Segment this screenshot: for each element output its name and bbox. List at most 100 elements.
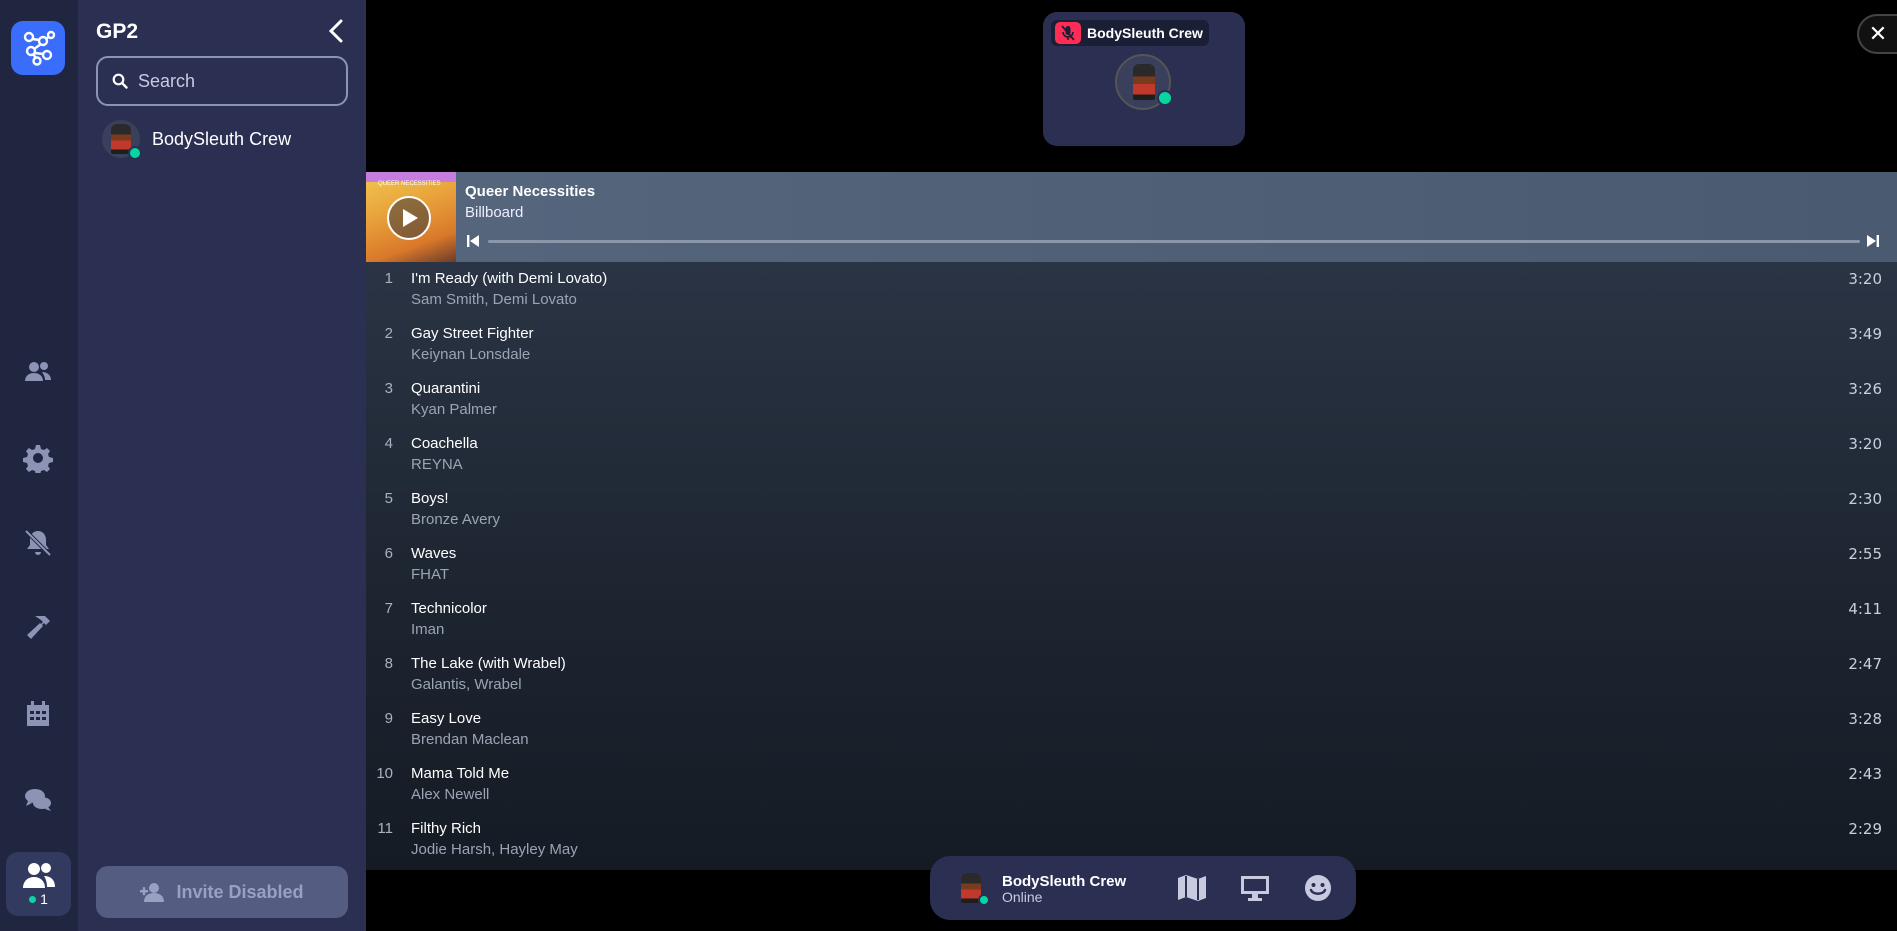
search-icon — [112, 73, 128, 89]
rail-members-button[interactable]: 1 — [6, 852, 71, 916]
track-duration: 2:55 — [1848, 545, 1882, 563]
track-duration: 3:26 — [1848, 380, 1882, 398]
track-number: 8 — [384, 655, 393, 672]
previous-track-icon[interactable] — [466, 234, 480, 248]
track-artists: Iman — [411, 621, 445, 638]
rail-chat-button[interactable] — [14, 776, 62, 824]
screen-share-button[interactable] — [1239, 872, 1271, 904]
track-duration: 2:43 — [1848, 765, 1882, 783]
collapse-sidebar-button[interactable] — [323, 18, 349, 44]
track-row[interactable]: 4 Coachella REYNA 3:20 — [366, 427, 1897, 482]
online-dot-icon — [29, 895, 37, 903]
mic-off-icon — [1055, 22, 1081, 44]
rail-calendar-button[interactable] — [14, 690, 62, 738]
self-status: Online — [1002, 889, 1043, 905]
bell-off-icon — [24, 529, 52, 557]
map-button[interactable] — [1176, 872, 1208, 904]
track-number: 5 — [384, 490, 393, 507]
track-artists: Bronze Avery — [411, 511, 500, 528]
track-number: 7 — [384, 600, 393, 617]
track-title: Gay Street Fighter — [411, 325, 534, 342]
track-row[interactable]: 2 Gay Street Fighter Keiynan Lonsdale 3:49 — [366, 317, 1897, 372]
play-button[interactable] — [387, 196, 431, 240]
track-duration: 2:47 — [1848, 655, 1882, 673]
participant-video-tile[interactable]: BodySleuth Crew — [1043, 12, 1245, 146]
track-row[interactable]: 5 Boys! Bronze Avery 2:30 — [366, 482, 1897, 537]
rail-people-button[interactable] — [14, 348, 62, 396]
track-row[interactable]: 10 Mama Told Me Alex Newell 2:43 — [366, 757, 1897, 812]
rail-notifications-button[interactable] — [14, 519, 62, 567]
member-list-item[interactable]: BodySleuth Crew — [102, 120, 292, 160]
invite-button[interactable]: Invite Disabled — [96, 866, 348, 918]
track-artists: Galantis, Wrabel — [411, 676, 522, 693]
rail-build-button[interactable] — [14, 604, 62, 652]
participant-label: BodySleuth Crew — [1051, 20, 1209, 46]
music-player: QUEER NECESSITIES Queer Necessities Bill… — [366, 172, 1897, 262]
monitor-icon — [1241, 876, 1269, 901]
track-number: 6 — [384, 545, 393, 562]
track-duration: 3:20 — [1848, 270, 1882, 288]
smiley-icon — [1305, 875, 1331, 901]
track-row[interactable]: 1 I'm Ready (with Demi Lovato) Sam Smith, … — [366, 262, 1897, 317]
calendar-icon — [27, 701, 49, 726]
participant-avatar — [1115, 54, 1173, 110]
track-title: Mama Told Me — [411, 765, 510, 782]
track-row[interactable]: 9 Easy Love Brendan Maclean 3:28 — [366, 702, 1897, 757]
track-title: Filthy Rich — [411, 820, 482, 837]
track-number: 2 — [384, 325, 393, 342]
invite-label: Invite Disabled — [176, 881, 304, 902]
online-status-icon — [1157, 90, 1173, 106]
search-input[interactable] — [138, 70, 338, 92]
track-title: Waves — [411, 545, 457, 562]
track-number: 10 — [376, 765, 393, 782]
track-artists: Alex Newell — [411, 786, 490, 803]
track-duration: 4:11 — [1848, 600, 1882, 618]
track-row[interactable]: 3 Quarantini Kyan Palmer 3:26 — [366, 372, 1897, 427]
self-avatar[interactable] — [954, 870, 990, 906]
track-title: Quarantini — [411, 380, 481, 397]
track-title: Easy Love — [411, 710, 482, 727]
track-duration: 3:49 — [1848, 325, 1882, 343]
self-name: BodySleuth Crew — [1002, 873, 1127, 890]
progress-bar[interactable] — [488, 240, 1860, 243]
track-row[interactable]: 7 Technicolor Iman 4:11 — [366, 592, 1897, 647]
track-number: 1 — [384, 270, 393, 287]
online-status-icon — [128, 146, 142, 160]
track-artists: Jodie Harsh, Hayley May — [411, 841, 578, 858]
track-title: Boys! — [411, 490, 449, 507]
close-button[interactable]: ✕ — [1857, 14, 1897, 54]
icon-rail: 1 — [0, 0, 78, 931]
people-icon — [25, 362, 51, 381]
bottom-bar: BodySleuth Crew Online — [930, 856, 1356, 920]
search-box[interactable] — [96, 56, 348, 106]
album-banner: QUEER NECESSITIES — [366, 172, 456, 187]
avatar-sprite — [1133, 64, 1155, 100]
online-status-icon — [978, 894, 990, 906]
track-title: The Lake (with Wrabel) — [411, 655, 566, 672]
emoji-button[interactable] — [1302, 872, 1334, 904]
participant-name: BodySleuth Crew — [1087, 25, 1203, 41]
next-track-icon[interactable] — [1866, 234, 1880, 248]
track-title: Coachella — [411, 435, 478, 452]
track-row[interactable]: 8 The Lake (with Wrabel) Galantis, Wrabel 2… — [366, 647, 1897, 702]
playlist-title: Queer Necessities — [465, 183, 596, 200]
track-artists: FHAT — [411, 566, 450, 583]
close-icon: ✕ — [1868, 21, 1888, 46]
track-duration: 3:28 — [1848, 710, 1882, 728]
album-art: QUEER NECESSITIES — [366, 172, 456, 262]
chat-icon — [25, 789, 51, 811]
online-count-value: 1 — [40, 891, 48, 907]
track-artists: Sam Smith, Demi Lovato — [411, 291, 577, 308]
hammer-icon — [27, 616, 50, 639]
sidebar: GP2 BodySleuth Crew Invit — [78, 0, 366, 931]
chevron-left-icon — [328, 19, 343, 43]
play-icon — [403, 209, 418, 227]
track-duration: 2:29 — [1848, 820, 1882, 838]
avatar — [102, 120, 142, 160]
track-number: 11 — [377, 820, 393, 837]
rail-settings-button[interactable] — [14, 434, 62, 482]
add-user-icon — [140, 883, 165, 902]
member-name: BodySleuth Crew — [152, 128, 292, 149]
track-row[interactable]: 6 Waves FHAT 2:55 — [366, 537, 1897, 592]
app-logo-button[interactable] — [11, 21, 65, 75]
